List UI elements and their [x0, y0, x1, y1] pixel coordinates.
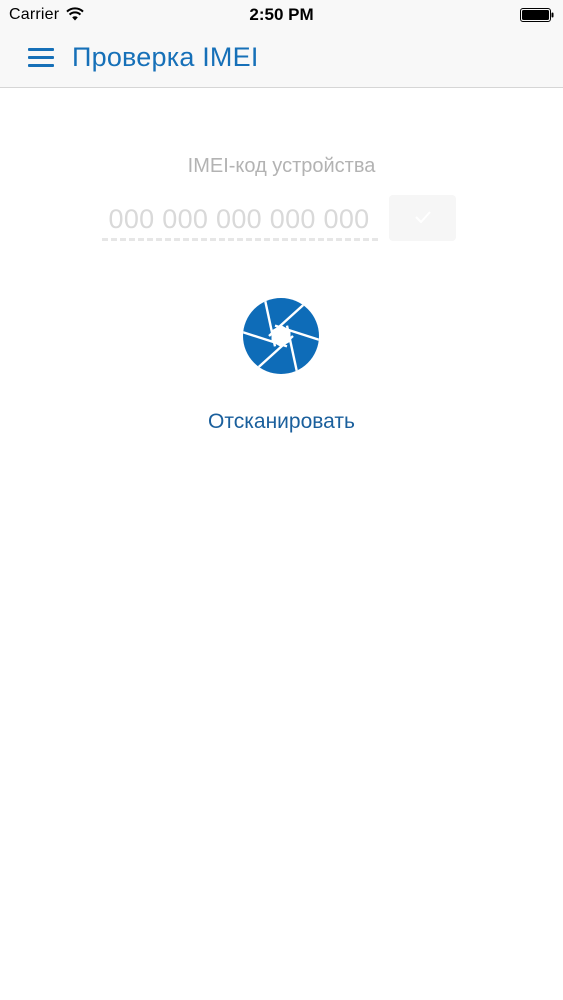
status-bar: Carrier 2:50 PM: [0, 0, 563, 30]
battery-icon: [520, 8, 554, 22]
imei-field-label: IMEI-код устройства: [187, 155, 376, 177]
scan-button-label[interactable]: Отсканировать: [0, 410, 563, 434]
check-icon: [414, 211, 431, 224]
navigation-bar: Проверка IMEI: [0, 30, 563, 88]
status-time: 2:50 PM: [249, 5, 314, 24]
imei-submit-button[interactable]: [389, 195, 456, 241]
imei-input-underline: [102, 238, 378, 241]
imei-input[interactable]: [96, 198, 382, 240]
page-title: Проверка IMEI: [72, 42, 259, 72]
hamburger-menu-icon[interactable]: [28, 48, 54, 68]
camera-aperture-icon[interactable]: [242, 297, 320, 375]
